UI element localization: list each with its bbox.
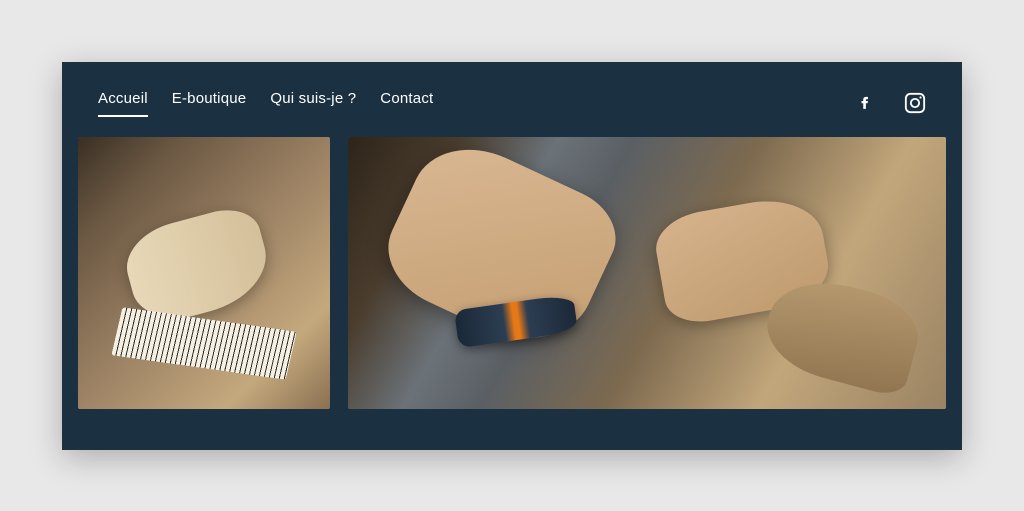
- gallery-image-2: [348, 137, 946, 409]
- nav-item-accueil[interactable]: Accueil: [98, 90, 148, 117]
- gallery-image-1: [78, 137, 330, 409]
- nav-item-contact[interactable]: Contact: [380, 90, 433, 115]
- instagram-icon[interactable]: [904, 92, 926, 114]
- nav-links: Accueil E-boutique Qui suis-je ? Contact: [98, 90, 433, 117]
- nav-item-quisuisje[interactable]: Qui suis-je ?: [270, 90, 356, 115]
- navbar: Accueil E-boutique Qui suis-je ? Contact: [62, 62, 962, 137]
- image-gallery: [62, 137, 962, 450]
- facebook-icon[interactable]: [854, 92, 876, 114]
- nav-item-eboutique[interactable]: E-boutique: [172, 90, 247, 115]
- page-card: Accueil E-boutique Qui suis-je ? Contact: [62, 62, 962, 450]
- social-links: [854, 92, 926, 114]
